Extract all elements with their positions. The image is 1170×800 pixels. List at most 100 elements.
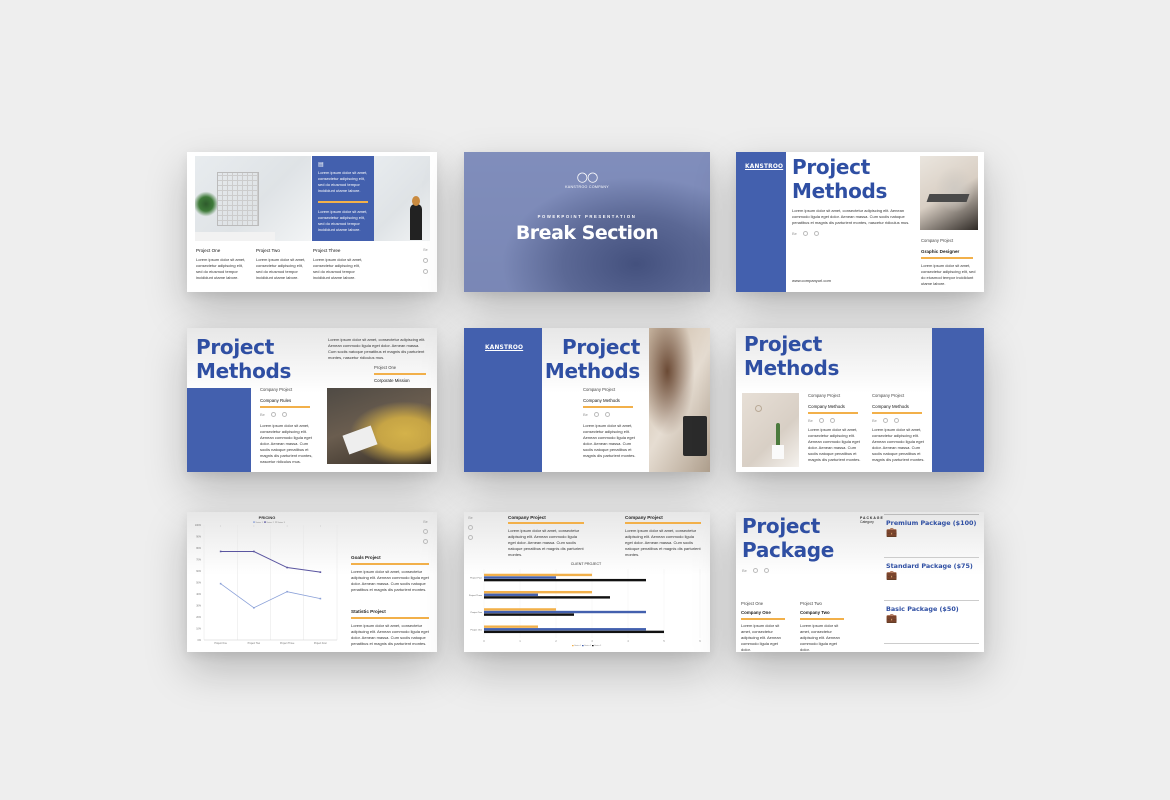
x-axis: 0 1 2 3 4 5 6	[483, 641, 701, 643]
package-standard[interactable]: Standard Package ($75) 💼	[886, 562, 973, 581]
dribbble-icon[interactable]	[818, 417, 824, 423]
company-block-2: Company Project Lorem ipsum dolor sit am…	[625, 515, 701, 558]
social-icons: Be	[468, 516, 473, 540]
project-title: Project Three	[313, 248, 341, 253]
chart-icon: ▤	[318, 162, 324, 168]
slide-projects-overview[interactable]: ▤ Lorem ipsum dolor sit amet, consectetu…	[187, 152, 437, 292]
behance-icon[interactable]: Be	[423, 248, 427, 252]
briefcase-icon: 💼	[886, 570, 898, 580]
y-tick-label: 40%	[196, 593, 202, 596]
slide-pricing-chart[interactable]: PRICING Series 1 Series 2 Series 3 0% 10% 20…	[187, 512, 437, 652]
project-text: Lorem ipsum dolor sit amet, consectetur …	[256, 257, 306, 280]
y-axis: Project One Project Two Project Three Proje…	[469, 577, 483, 632]
divider	[508, 522, 584, 524]
instagram-icon[interactable]	[423, 269, 428, 274]
goals-block: Goals Project Lorem ipsum dolor sit amet…	[351, 555, 429, 593]
x-tick-label: 1	[519, 641, 521, 643]
chart-legend: Series 1 Series 2 Series 3	[572, 644, 601, 647]
behance-icon[interactable]: Be	[468, 516, 472, 520]
instagram-icon[interactable]	[468, 535, 473, 540]
divider	[318, 201, 368, 203]
behance-icon[interactable]: Be	[872, 418, 877, 423]
package-basic[interactable]: Basic Package ($50) 💼	[886, 605, 959, 624]
col-text: Lorem ipsum dolor sit amet, consectetur …	[808, 426, 861, 462]
social-icons: Be	[792, 231, 819, 236]
instagram-icon[interactable]	[763, 568, 769, 573]
instagram-icon[interactable]	[813, 231, 819, 236]
project-title: Project Two	[256, 248, 280, 253]
brand-logo: KANSTROO	[485, 343, 524, 351]
data-point	[286, 566, 288, 569]
dribbble-icon[interactable]	[423, 529, 428, 534]
dribbble-icon[interactable]	[423, 258, 428, 263]
slide-project-methods-4[interactable]: Project Methods Company Project Company …	[736, 328, 984, 472]
divider	[351, 617, 429, 619]
data-point	[286, 590, 288, 593]
role-title: Graphic Designer	[921, 249, 960, 254]
slide-break-section[interactable]: ○○ KANSTROO COMPANY POWERPOINT PRESENTAT…	[464, 152, 710, 292]
instagram-icon[interactable]	[281, 411, 287, 417]
category-label: Project Three	[469, 594, 483, 597]
slide-project-methods-1[interactable]: KANSTROO Project Methods Lorem ipsum dol…	[736, 152, 984, 292]
rules-text: Lorem ipsum dolor sit amet, consectetur …	[260, 422, 313, 464]
instagram-icon[interactable]	[893, 417, 899, 423]
dribbble-icon[interactable]	[752, 568, 758, 573]
project-text: Lorem ipsum dolor sit amet, consectetur …	[313, 257, 363, 280]
behance-icon[interactable]: Be	[583, 412, 588, 417]
col-label: Company Project	[808, 393, 841, 398]
company-label: Project One	[741, 601, 764, 606]
behance-icon[interactable]: Be	[423, 520, 427, 524]
dribbble-icon[interactable]	[593, 411, 599, 417]
methods-block: Company Project Company Methods Be Lorem…	[583, 387, 639, 459]
photo-woman-laptop	[327, 388, 431, 464]
page-title: Project Methods	[792, 155, 887, 203]
dribbble-icon[interactable]	[468, 525, 473, 530]
package-premium[interactable]: Premium Package ($100) 💼	[886, 519, 976, 538]
dribbble-icon[interactable]	[802, 231, 808, 236]
behance-icon[interactable]: Be	[808, 418, 813, 423]
social-icons: Be	[583, 411, 639, 417]
package-category: PACKAGE Category	[860, 516, 884, 524]
divider	[884, 643, 979, 644]
instagram-icon[interactable]	[604, 411, 610, 417]
y-tick-label: 90%	[196, 536, 202, 539]
photo-vase	[742, 393, 799, 467]
chart-title: CLIENT PROJECT	[571, 562, 602, 566]
instagram-icon[interactable]	[423, 539, 428, 544]
title-line-1: Project	[196, 335, 274, 359]
slide-title: Break Section	[515, 222, 659, 244]
instagram-icon[interactable]	[829, 417, 835, 423]
x-tick-mark	[253, 525, 255, 527]
brand-logo: KANSTROO	[745, 162, 784, 170]
photo-woman-desk	[374, 156, 430, 241]
behance-icon[interactable]: Be	[792, 231, 797, 236]
statistic-text: Lorem ipsum dolor sit amet, consectetur …	[351, 622, 429, 646]
y-tick-label: 0%	[198, 639, 202, 642]
bar	[484, 593, 538, 596]
slide-project-package[interactable]: Project Package Be Project One Company O…	[736, 512, 984, 652]
slide-project-methods-2[interactable]: Project Methods Lorem ipsum dolor sit am…	[187, 328, 437, 472]
behance-icon[interactable]: Be	[260, 412, 265, 417]
dribbble-icon[interactable]	[270, 411, 276, 417]
website-link[interactable]: www.companyurl.com	[792, 278, 831, 284]
company-block-1: Company Project Lorem ipsum dolor sit am…	[508, 515, 584, 558]
project-title: Project One	[196, 248, 221, 253]
body-text: Lorem ipsum dolor sit amet, consectetur …	[792, 208, 910, 225]
company-col-2: Project Two Company Two Lorem ipsum dolo…	[800, 601, 844, 652]
slide-project-methods-3[interactable]: KANSTROO Project Methods Company Project…	[464, 328, 710, 472]
social-icons: Be	[742, 568, 769, 573]
dribbble-icon[interactable]	[882, 417, 888, 423]
page-title: Project Methods	[544, 335, 640, 383]
x-tick-label: 6	[699, 641, 701, 643]
bar	[484, 578, 646, 582]
mission-title: Corporate Mission	[374, 377, 410, 383]
methods-label: Company Project	[583, 387, 616, 392]
title-line-2: Methods	[744, 356, 840, 380]
block-title: Company Project	[625, 515, 663, 520]
slide-client-project-chart[interactable]: Be Company Project Lorem ipsum dolor sit…	[464, 512, 710, 652]
goals-title: Goals Project	[351, 555, 381, 560]
behance-icon[interactable]: Be	[742, 568, 747, 573]
briefcase-icon: 💼	[886, 613, 898, 623]
data-point	[219, 582, 222, 585]
legend-label: Series 2	[267, 522, 275, 524]
